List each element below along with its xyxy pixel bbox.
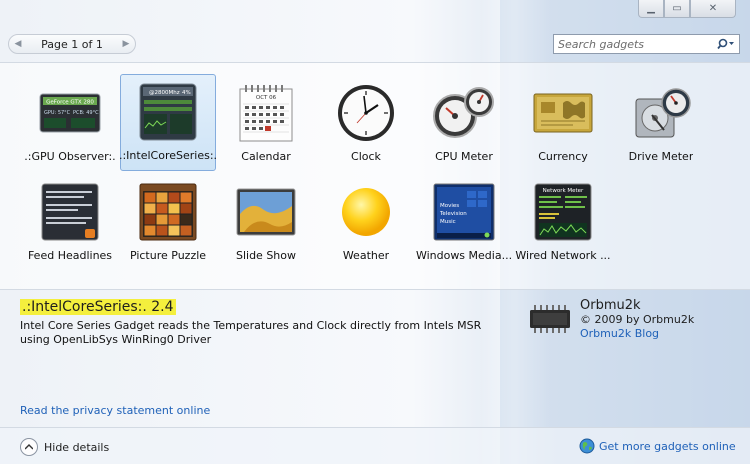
gadget-tile-intel-core-series[interactable]: @2800Mhz 4% .:IntelCoreSeries:.: [118, 74, 218, 171]
clock-icon: [335, 82, 397, 144]
cpu-meter-icon: [433, 82, 495, 144]
gadget-label: Weather: [342, 249, 390, 262]
gadget-label: .:IntelCoreSeries:.: [118, 149, 218, 162]
svg-text:@2800Mhz: @2800Mhz: [149, 90, 180, 96]
svg-text:Television: Television: [439, 211, 467, 217]
gadget-label: Drive Meter: [628, 150, 694, 163]
gadget-label: Currency: [538, 150, 588, 163]
gadget-tile-calendar[interactable]: OCT 06 Calendar: [218, 76, 314, 173]
gadget-gallery-window: ▁ ▭ ✕ ◀ Page 1 of 1 ▶ GeForce GTX 2: [0, 0, 750, 464]
currency-icon: [532, 82, 594, 144]
gadget-title: .:IntelCoreSeries:. 2.4: [20, 299, 176, 315]
gadget-label: Windows Media...: [415, 249, 513, 262]
svg-text:OCT 06: OCT 06: [256, 95, 277, 101]
pager: ◀ Page 1 of 1 ▶: [8, 34, 136, 54]
picture-puzzle-icon: [137, 181, 199, 243]
minimize-button[interactable]: ▁: [638, 0, 664, 18]
hide-details-label: Hide details: [44, 440, 110, 454]
search-input[interactable]: [554, 37, 713, 51]
globe-icon: [579, 438, 595, 454]
footer: Hide details Get more gadgets online: [0, 427, 750, 464]
gadget-tile-wired-network[interactable]: Network Meter Wired Network ...: [515, 175, 611, 272]
svg-text:PCB: 49°C: PCB: 49°C: [73, 110, 99, 116]
calendar-icon: OCT 06: [235, 82, 297, 144]
hide-details-button[interactable]: Hide details: [20, 438, 109, 456]
weather-icon: [335, 181, 397, 243]
gadget-tile-cpu-meter[interactable]: CPU Meter: [416, 76, 512, 173]
svg-text:Music: Music: [440, 219, 456, 225]
slide-show-icon: [235, 181, 297, 243]
gadget-tile-gpu-observer[interactable]: GeForce GTX 280 GPU: 57°C PCB: 49°C .:GP…: [22, 76, 118, 173]
publisher-copyright: © 2009 by Orbmu2k: [580, 313, 695, 326]
gadget-label: .:GPU Observer:.: [24, 150, 116, 163]
get-more-gadgets-link[interactable]: Get more gadgets online: [579, 438, 736, 454]
gadget-label: Calendar: [241, 150, 291, 163]
gadget-tile-windows-media[interactable]: Movies Television Music Windows Media...: [416, 175, 512, 272]
svg-text:GPU: 57°C: GPU: 57°C: [44, 110, 71, 116]
gadget-label: Picture Puzzle: [129, 249, 207, 262]
gadget-tile-picture-puzzle[interactable]: Picture Puzzle: [120, 175, 216, 272]
page-label: Page 1 of 1: [41, 37, 103, 51]
gadget-tile-weather[interactable]: Weather: [318, 175, 414, 272]
chevron-up-icon: [20, 438, 38, 456]
svg-text:Network Meter: Network Meter: [543, 188, 584, 194]
gadget-label: CPU Meter: [435, 150, 493, 163]
gadget-tile-currency[interactable]: Currency: [515, 76, 611, 173]
gadget-label: Clock: [351, 150, 381, 163]
next-page-button[interactable]: ▶: [117, 35, 135, 53]
gadget-tile-feed-headlines[interactable]: Feed Headlines: [22, 175, 118, 272]
publisher-info: Orbmu2k © 2009 by Orbmu2k Orbmu2k Blog: [528, 299, 694, 341]
search-icon[interactable]: [713, 38, 739, 50]
gadget-description: Intel Core Series Gadget reads the Tempe…: [20, 319, 482, 346]
search-box[interactable]: [553, 34, 740, 54]
gadget-tile-drive-meter[interactable]: Drive Meter: [613, 76, 709, 173]
gpu-observer-icon: GeForce GTX 280 GPU: 57°C PCB: 49°C: [39, 82, 101, 144]
drive-meter-icon: [630, 82, 692, 144]
gadget-grid: GeForce GTX 280 GPU: 57°C PCB: 49°C .:GP…: [0, 62, 750, 290]
intel-core-series-icon: @2800Mhz 4%: [137, 81, 199, 143]
feed-headlines-icon: [39, 181, 101, 243]
maximize-button[interactable]: ▭: [664, 0, 690, 18]
caption-buttons: ▁ ▭ ✕: [638, 0, 736, 18]
gadget-label: Wired Network ...: [515, 249, 611, 262]
close-button[interactable]: ✕: [690, 0, 736, 18]
get-more-gadgets-label: Get more gadgets online: [599, 439, 736, 453]
gadget-label: Feed Headlines: [27, 249, 113, 262]
svg-text:GeForce GTX 280: GeForce GTX 280: [46, 100, 94, 106]
windows-media-icon: Movies Television Music: [433, 181, 495, 243]
gadget-tile-slide-show[interactable]: Slide Show: [218, 175, 314, 272]
svg-text:4%: 4%: [182, 90, 191, 96]
svg-text:Movies: Movies: [440, 203, 459, 209]
publisher-name: Orbmu2k: [580, 298, 641, 313]
publisher-blog-link[interactable]: Orbmu2k Blog: [580, 327, 694, 341]
network-meter-icon: Network Meter: [532, 181, 594, 243]
gadget-tile-clock[interactable]: Clock: [318, 76, 414, 173]
privacy-link[interactable]: Read the privacy statement online: [20, 404, 210, 417]
previous-page-button[interactable]: ◀: [9, 35, 27, 53]
chip-icon: [528, 299, 572, 339]
gadget-label: Slide Show: [235, 249, 297, 262]
details-panel: .:IntelCoreSeries:. 2.4 Intel Core Serie…: [0, 289, 750, 427]
